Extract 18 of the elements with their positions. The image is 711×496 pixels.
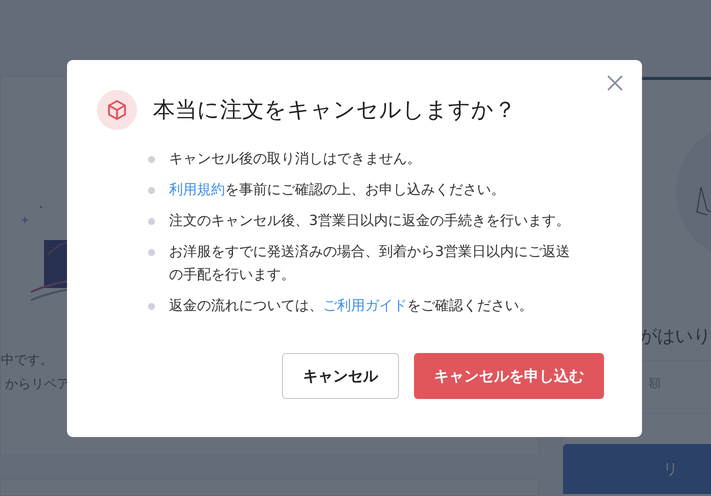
link[interactable]: 利用規約 xyxy=(169,182,225,198)
apply-button[interactable]: キャンセルを申し込む xyxy=(414,353,604,399)
notice-text: 利用規約を事前にご確認の上、お申し込みください。 xyxy=(169,181,506,200)
bullet-icon xyxy=(148,303,155,310)
link[interactable]: ご利用ガイド xyxy=(323,298,407,314)
notice-text: 注文のキャンセル後、3営業日以内に返金の手続きを行います。 xyxy=(169,212,571,231)
notice-text: 返金の流れについては、ご利用ガイド をご確認ください。 xyxy=(169,297,534,316)
bullet-icon xyxy=(148,187,155,194)
dialog-title: 本当に注文をキャンセルしますか？ xyxy=(153,97,516,125)
bullet-icon xyxy=(148,249,155,256)
notice-text: キャンセル後の取り消しはできません。 xyxy=(169,150,422,169)
bullet-icon xyxy=(148,156,155,163)
notice-text: お洋服をすでに発送済みの場合、到着から3営業日以内にご返送の手配を行います。 xyxy=(169,243,571,285)
bullet-icon xyxy=(148,218,155,225)
box-icon xyxy=(97,90,137,130)
cancel-button[interactable]: キャンセル xyxy=(282,353,399,399)
close-icon[interactable] xyxy=(607,75,623,91)
body-text: 中です。 xyxy=(1,352,53,369)
